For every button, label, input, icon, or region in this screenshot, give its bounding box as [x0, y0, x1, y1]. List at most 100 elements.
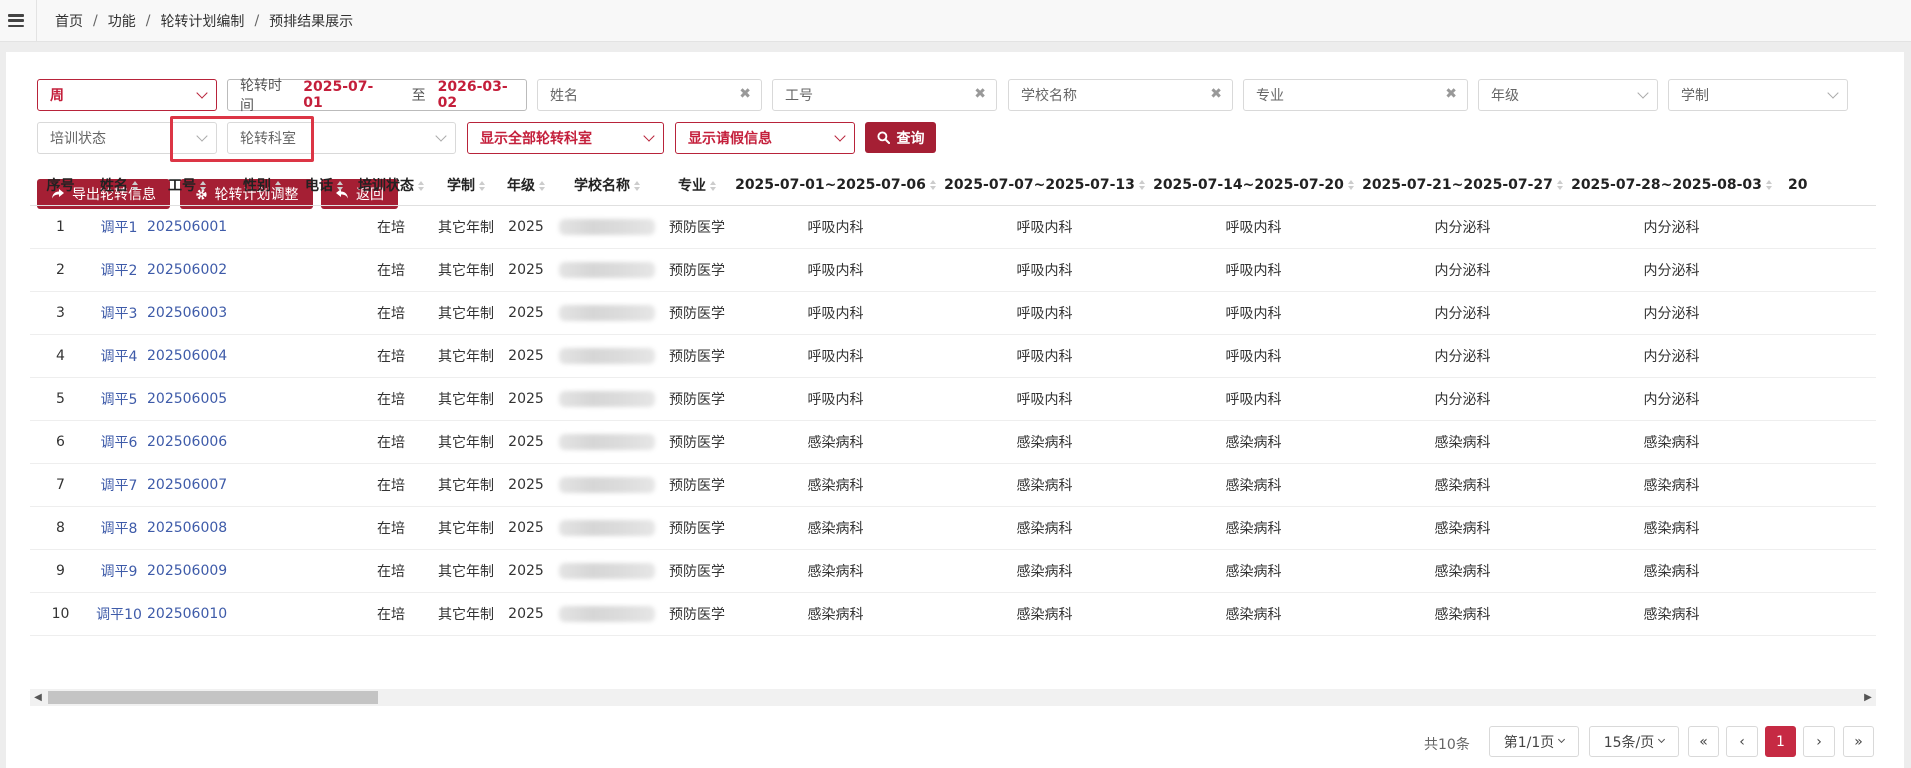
scroll-right-icon[interactable]: ▶ [1860, 689, 1876, 706]
page-size-select[interactable]: 15条/页 [1589, 726, 1679, 757]
page-select[interactable]: 第1/1页 [1489, 726, 1579, 757]
page-1-button[interactable]: 1 [1765, 726, 1796, 757]
breadcrumb-plan[interactable]: 轮转计划编制 [160, 11, 244, 31]
clear-icon[interactable]: ✖ [1210, 86, 1222, 102]
job-no-link[interactable]: 202506008 [147, 520, 227, 536]
clear-icon[interactable]: ✖ [739, 86, 751, 102]
menu-icon[interactable] [8, 14, 24, 27]
cell-text: 其它年制 [438, 477, 494, 494]
column-header[interactable]: 性别 [227, 165, 297, 206]
chevron-down-icon [196, 87, 208, 99]
table-row: 5 调平5 202506005 在培 其它年制 2025 预防医学 呼吸内科 呼吸内科 呼吸内科 内… [30, 377, 1876, 421]
cell-text: 9 [56, 562, 65, 579]
show-leave-select[interactable]: 显示请假信息 [675, 122, 855, 154]
trainee-name-link[interactable]: 调平3 [101, 306, 138, 322]
job-no-link[interactable]: 202506001 [147, 219, 227, 235]
job-no-input[interactable]: 工号 ✖ [772, 79, 997, 111]
sort-icon[interactable] [418, 180, 424, 191]
cell-text: 感染病科 [1643, 520, 1700, 537]
cell-text: 预防医学 [669, 348, 725, 365]
column-header[interactable]: 电话 [297, 165, 351, 206]
table-cell [297, 592, 351, 636]
table-cell: 调平3 [91, 291, 147, 335]
horizontal-scrollbar[interactable]: ◀ ▶ [30, 689, 1876, 706]
cell-text: 其它年制 [438, 262, 494, 279]
column-header[interactable]: 2025-07-21~2025-07-27 [1358, 165, 1567, 206]
sort-icon[interactable] [275, 180, 281, 191]
job-no-link[interactable]: 202506010 [147, 606, 227, 622]
job-no-link[interactable]: 202506005 [147, 391, 227, 407]
name-placeholder: 姓名 [550, 88, 578, 104]
column-header[interactable]: 学校名称 [551, 165, 663, 206]
table-cell: 调平4 [91, 334, 147, 378]
prev-page-button[interactable]: ‹ [1726, 726, 1758, 757]
cell-text: 感染病科 [1016, 606, 1073, 623]
period-select[interactable]: 周 [37, 79, 217, 111]
breadcrumb-function[interactable]: 功能 [108, 11, 136, 31]
scroll-left-icon[interactable]: ◀ [30, 689, 46, 706]
job-no-link[interactable]: 202506006 [147, 434, 227, 450]
name-input[interactable]: 姓名 ✖ [537, 79, 762, 111]
school-input[interactable]: 学校名称 ✖ [1008, 79, 1233, 111]
job-no-link[interactable]: 202506007 [147, 477, 227, 493]
system-select[interactable]: 学制 [1668, 79, 1848, 111]
sort-icon[interactable] [479, 180, 485, 191]
trainee-name-link[interactable]: 调平8 [101, 521, 138, 537]
column-header[interactable]: 专业 [663, 165, 731, 206]
job-no-link[interactable]: 202506003 [147, 305, 227, 321]
sort-icon[interactable] [539, 180, 545, 191]
sort-icon[interactable] [200, 180, 206, 191]
column-header[interactable]: 2025-07-14~2025-07-20 [1149, 165, 1358, 206]
column-header[interactable]: 20 [1776, 165, 1876, 206]
sort-icon[interactable] [710, 180, 716, 191]
trainee-name-link[interactable]: 调平7 [101, 478, 138, 494]
column-header[interactable]: 工号 [147, 165, 227, 206]
sort-icon[interactable] [1347, 179, 1354, 190]
sort-icon[interactable] [1765, 179, 1772, 190]
major-input[interactable]: 专业 ✖ [1243, 79, 1468, 111]
date-range-picker[interactable]: 轮转时间 2025-07-01 至 2026-03-02 [227, 78, 527, 114]
clear-icon[interactable]: ✖ [974, 86, 986, 102]
next-page-button[interactable]: › [1803, 726, 1835, 757]
breadcrumb-home[interactable]: 首页 [55, 11, 83, 31]
cell-text: 呼吸内科 [1225, 219, 1282, 236]
sort-icon[interactable] [634, 180, 640, 191]
rotation-table-container: 序号 姓名 工号 性别 电话 培训状态 学制 年级 学校名称 专业 2025-0… [30, 165, 1876, 707]
scrollbar-thumb[interactable] [48, 691, 378, 704]
trainee-name-link[interactable]: 调平10 [96, 607, 142, 623]
sort-icon[interactable] [929, 179, 936, 190]
column-header[interactable]: 学制 [431, 165, 501, 206]
table-row: 10 调平10 202506010 在培 其它年制 2025 预防医学 感染病科 感染病科 感染病… [30, 592, 1876, 636]
last-page-button[interactable]: » [1843, 726, 1874, 757]
sort-icon[interactable] [1138, 179, 1145, 190]
column-header[interactable]: 序号 [30, 165, 91, 206]
date-start[interactable]: 2025-07-01 [303, 79, 391, 111]
query-button[interactable]: 查询 [865, 122, 936, 153]
date-end[interactable]: 2026-03-02 [438, 79, 526, 111]
job-no-link[interactable]: 202506002 [147, 262, 227, 278]
sort-icon[interactable] [1556, 179, 1563, 190]
column-header[interactable]: 年级 [501, 165, 551, 206]
cell-text: 其它年制 [438, 348, 494, 365]
trainee-name-link[interactable]: 调平9 [101, 564, 138, 580]
column-header[interactable]: 2025-07-01~2025-07-06 [731, 165, 940, 206]
clear-icon[interactable]: ✖ [1445, 86, 1457, 102]
job-no-link[interactable]: 202506009 [147, 563, 227, 579]
job-no-link[interactable]: 202506004 [147, 348, 227, 364]
trainee-name-link[interactable]: 调平5 [101, 392, 138, 408]
sort-icon[interactable] [337, 180, 343, 191]
column-header[interactable]: 姓名 [91, 165, 147, 206]
show-all-depts-select[interactable]: 显示全部轮转科室 [467, 122, 664, 154]
column-header[interactable]: 培训状态 [351, 165, 431, 206]
trainee-name-link[interactable]: 调平4 [101, 349, 138, 365]
trainee-name-link[interactable]: 调平1 [101, 220, 138, 236]
table-cell: 感染病科 [1149, 506, 1358, 550]
sort-icon[interactable] [132, 180, 138, 191]
trainee-name-link[interactable]: 调平2 [101, 263, 138, 279]
cell-text: 呼吸内科 [1016, 262, 1073, 279]
trainee-name-link[interactable]: 调平6 [101, 435, 138, 451]
column-header[interactable]: 2025-07-07~2025-07-13 [940, 165, 1149, 206]
first-page-button[interactable]: « [1688, 726, 1719, 757]
grade-select[interactable]: 年级 [1478, 79, 1658, 111]
column-header[interactable]: 2025-07-28~2025-08-03 [1567, 165, 1776, 206]
